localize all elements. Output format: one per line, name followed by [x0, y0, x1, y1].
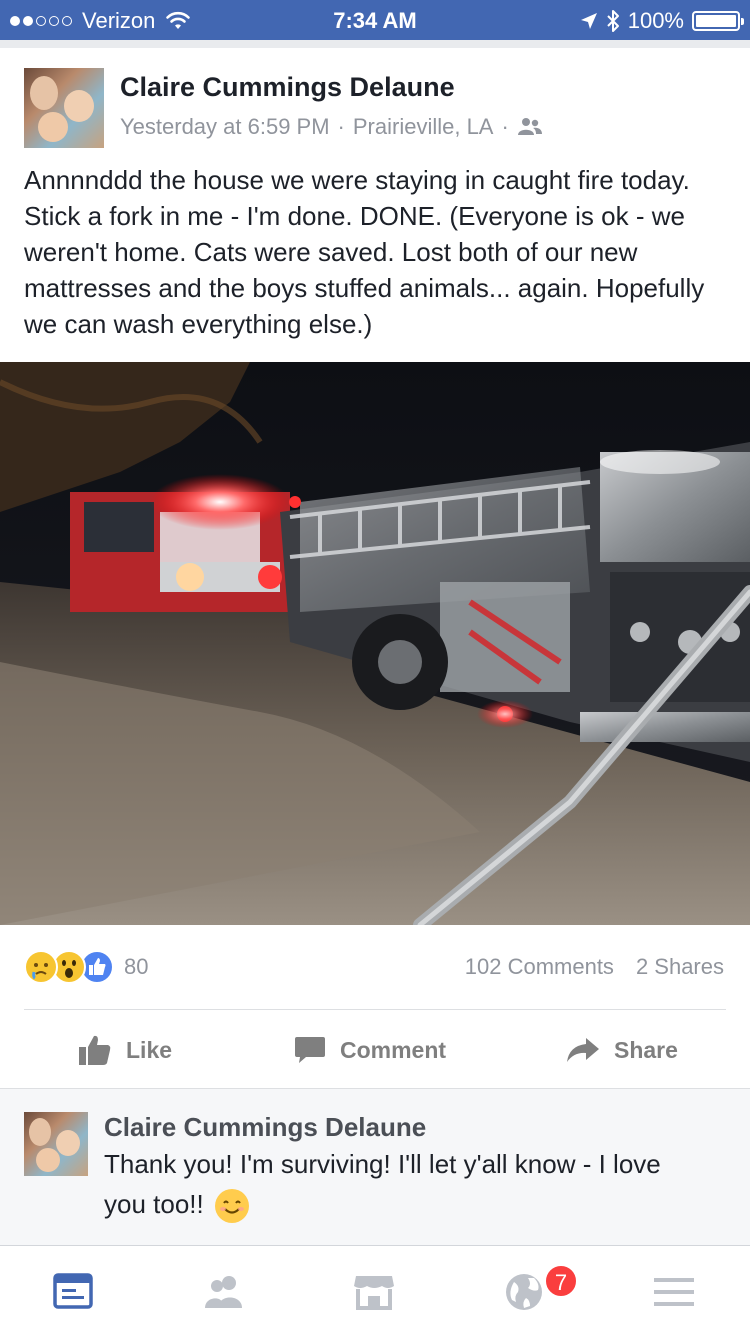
like-label: Like — [126, 1036, 173, 1063]
tab-notifications[interactable] — [502, 1270, 546, 1314]
notifications-badge: 7 — [544, 1264, 578, 1298]
divider — [24, 1009, 726, 1010]
tab-friends[interactable] — [202, 1270, 246, 1314]
sad-reaction-icon — [24, 950, 58, 984]
tab-menu[interactable] — [652, 1270, 696, 1314]
comment-bubble-icon — [295, 1037, 325, 1063]
reaction-count: 80 — [124, 954, 149, 979]
post-location[interactable]: Prairieville, LA — [353, 114, 494, 140]
location-arrow-icon — [580, 13, 597, 29]
menu-icon — [654, 1278, 694, 1306]
post-text: Annnnddd the house we were staying in ca… — [24, 165, 705, 339]
comment-author-avatar[interactable] — [24, 1112, 88, 1176]
comment-author-name[interactable]: Claire Cummings Delaune — [104, 1112, 426, 1143]
smiling-face-emoji-icon — [214, 1189, 249, 1224]
tab-news-feed[interactable] — [52, 1270, 96, 1314]
comment-label: Comment — [340, 1036, 447, 1063]
status-right: 100% — [580, 8, 744, 34]
meta-separator: · — [501, 114, 509, 139]
like-button[interactable]: Like — [78, 1032, 172, 1068]
bluetooth-icon — [607, 10, 619, 32]
feed-gap — [0, 40, 750, 48]
fire-truck-photo — [0, 362, 750, 925]
post-author-avatar[interactable] — [24, 68, 104, 148]
engagement-counts: 102 Comments 2 Shares — [465, 954, 724, 980]
battery-icon — [692, 11, 744, 31]
comment-button[interactable]: Comment — [294, 1032, 446, 1068]
post-author-name[interactable]: Claire Cummings Delaune — [120, 72, 455, 103]
status-bar: Verizon 7:34 AM 100% — [0, 0, 750, 40]
reactions-summary[interactable]: 80 — [24, 950, 148, 984]
comment-body: Thank you! I'm surviving! I'll let y'all… — [104, 1149, 661, 1219]
share-button[interactable]: Share — [566, 1032, 678, 1068]
post-photo[interactable] — [0, 362, 750, 925]
notifications-globe-icon — [506, 1274, 542, 1310]
meta-separator: · — [337, 114, 345, 139]
friends-audience-icon — [517, 118, 542, 135]
battery-percent: 100% — [627, 8, 684, 33]
share-label: Share — [614, 1036, 678, 1063]
share-arrow-icon — [567, 1038, 599, 1062]
tab-marketplace[interactable] — [352, 1270, 396, 1314]
news-feed-icon — [53, 1273, 93, 1309]
post-meta: Yesterday at 6:59 PM · Prairieville, LA … — [120, 114, 543, 140]
comments-count-link[interactable]: 102 Comments — [465, 954, 614, 980]
bottom-tab-bar — [0, 1245, 750, 1334]
marketplace-icon — [354, 1276, 394, 1310]
friends-icon — [205, 1276, 242, 1308]
post-timestamp[interactable]: Yesterday at 6:59 PM — [120, 114, 330, 140]
thumbs-up-icon — [79, 1035, 111, 1065]
shares-count-link[interactable]: 2 Shares — [636, 954, 724, 980]
comment-text: Thank you! I'm surviving! I'll let y'all… — [104, 1144, 704, 1224]
